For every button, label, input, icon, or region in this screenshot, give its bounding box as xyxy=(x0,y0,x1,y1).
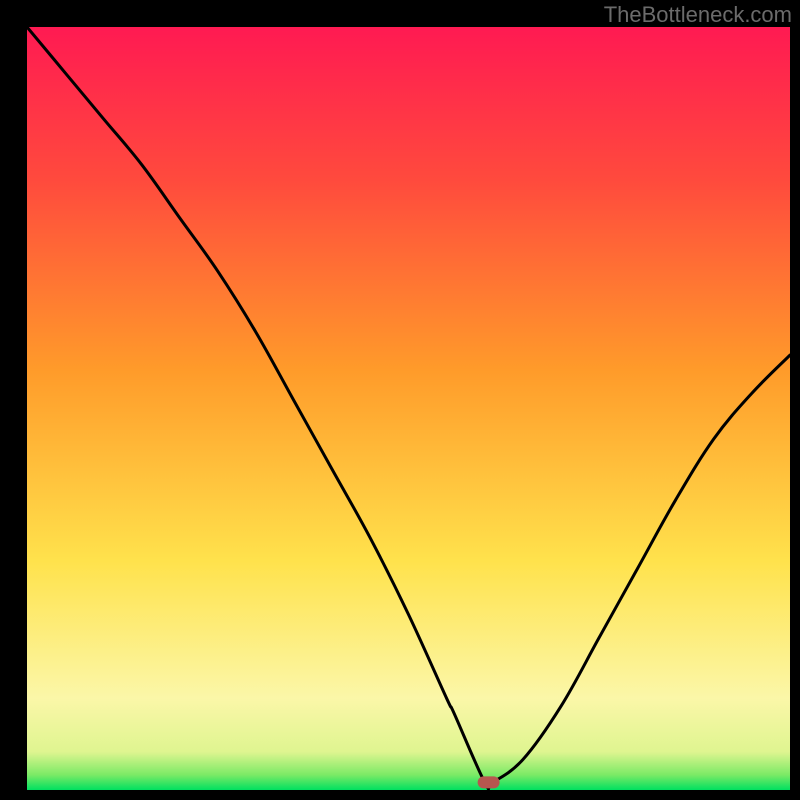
chart-background xyxy=(27,27,790,790)
watermark-text: TheBottleneck.com xyxy=(604,2,792,28)
optimum-marker xyxy=(478,776,500,788)
chart-frame xyxy=(27,27,790,790)
chart-svg xyxy=(27,27,790,790)
chart-container: TheBottleneck.com xyxy=(0,0,800,800)
